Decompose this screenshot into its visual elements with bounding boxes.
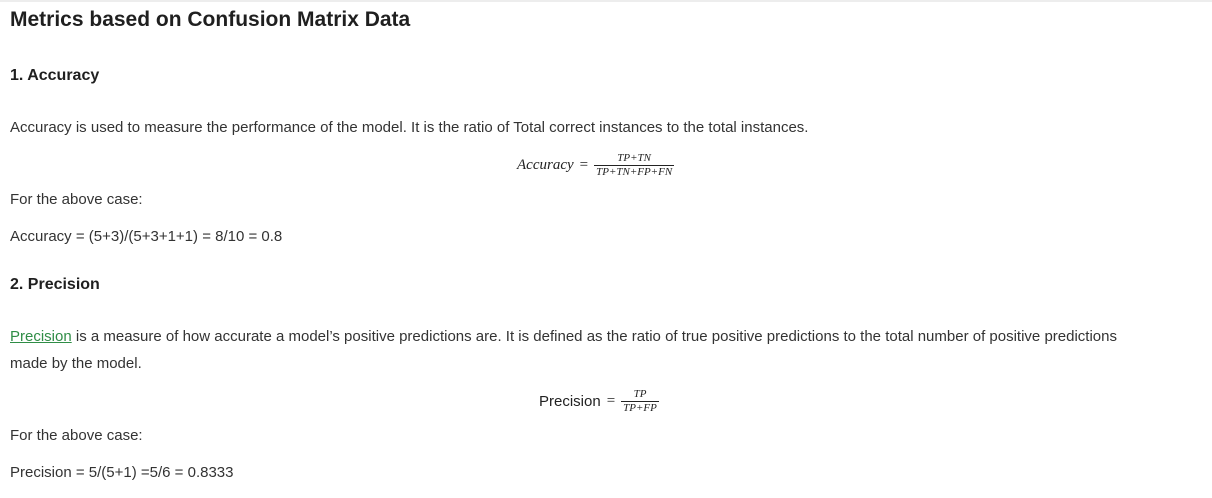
precision-formula-equals: = xyxy=(606,393,616,409)
precision-calculation: Precision = 5/(5+1) =5/6 = 0.8333 xyxy=(10,464,234,481)
precision-formula: Precision = TP TP+FP xyxy=(539,389,659,414)
accuracy-heading: 1. Accuracy xyxy=(10,67,100,84)
accuracy-case-label: For the above case: xyxy=(10,191,143,208)
precision-formula-lhs: Precision xyxy=(539,393,601,410)
page-title: Metrics based on Confusion Matrix Data xyxy=(10,8,411,31)
precision-formula-denominator: TP+FP xyxy=(621,401,659,414)
precision-description-text: is a measure of how accurate a model’s p… xyxy=(10,328,1117,372)
accuracy-formula-numerator: TP+TN xyxy=(617,152,651,164)
precision-description: Precision is a measure of how accurate a… xyxy=(10,323,1150,377)
precision-formula-numerator: TP xyxy=(633,388,647,400)
accuracy-formula-lhs: Accuracy xyxy=(517,157,574,173)
accuracy-description: Accuracy is used to measure the performa… xyxy=(10,119,809,136)
precision-case-label: For the above case: xyxy=(10,427,143,444)
accuracy-formula-denominator: TP+TN+FP+FN xyxy=(594,165,675,178)
precision-heading: 2. Precision xyxy=(10,276,100,293)
top-divider xyxy=(0,0,1212,2)
accuracy-formula-equals: = xyxy=(579,157,589,173)
accuracy-formula: Accuracy = TP+TN TP+TN+FP+FN xyxy=(517,152,675,178)
accuracy-formula-fraction: TP+TN TP+TN+FP+FN xyxy=(594,152,675,178)
precision-formula-fraction: TP TP+FP xyxy=(621,389,659,414)
accuracy-calculation: Accuracy = (5+3)/(5+3+1+1) = 8/10 = 0.8 xyxy=(10,228,283,245)
precision-link[interactable]: Precision xyxy=(10,328,72,345)
